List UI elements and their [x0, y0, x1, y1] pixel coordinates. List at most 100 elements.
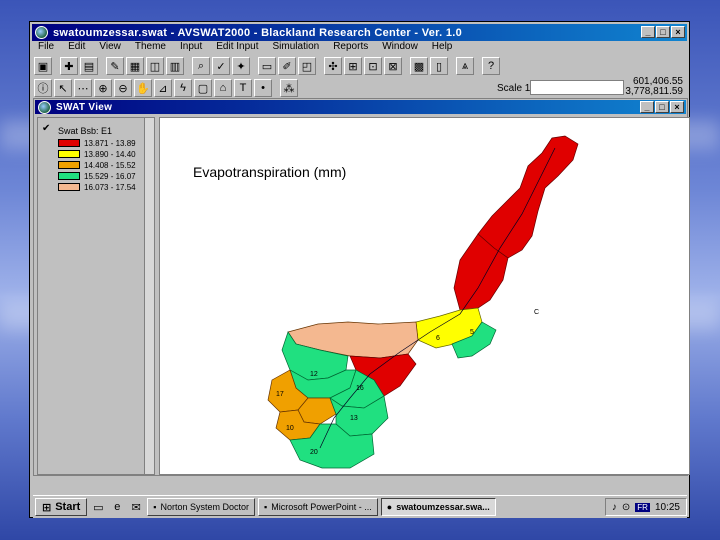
system-tray: ♪ ⊙ FR 10:25	[604, 498, 687, 516]
view-maximize-button[interactable]: □	[655, 101, 669, 113]
view-close-button[interactable]: ×	[670, 101, 684, 113]
pan-icon[interactable]: ✋	[134, 79, 152, 97]
zoom-active-icon[interactable]: ⊞	[344, 57, 362, 75]
language-indicator[interactable]: FR	[635, 502, 650, 512]
start-button[interactable]: ⊞ Start	[35, 498, 88, 516]
menu-theme[interactable]: Theme	[135, 41, 166, 56]
subbasin-label: C	[534, 309, 539, 316]
edit-legend-icon[interactable]: ✎	[106, 57, 124, 75]
menu-edit[interactable]: Edit	[68, 41, 85, 56]
clear-selection-icon[interactable]: ▯	[430, 57, 448, 75]
table-of-contents: ✔ Swat Bsb: E1 13.871 - 13.89 13.890 - 1…	[37, 117, 155, 475]
zoom-in-icon[interactable]: ⊕	[94, 79, 112, 97]
app-title: swatoumzessar.swat - AVSWAT2000 - Blackl…	[53, 26, 463, 39]
identify-icon[interactable]: ⓘ	[34, 79, 52, 97]
zoom-previous-icon[interactable]: ⊠	[384, 57, 402, 75]
subbasin-label: 10	[286, 425, 294, 432]
scale-label: Scale 1:	[497, 83, 534, 94]
legend-label: 13.871 - 13.89	[84, 138, 136, 148]
help-icon[interactable]: ?	[482, 57, 500, 75]
task-powerpoint[interactable]: ▪ Microsoft PowerPoint - ...	[258, 498, 378, 516]
zoom-selected-icon[interactable]: ⊡	[364, 57, 382, 75]
main-toolbar: ▣ ✚ ▤ ✎ ▦ ◫ ▥ ⌕ ✓ ✦ ▭ ✐ ◰ ✣ ⊞ ⊡ ⊠ ▩ ▯ ⩓ …	[34, 55, 685, 77]
area-of-interest-icon[interactable]: ▢	[194, 79, 212, 97]
zoom-full-icon[interactable]: ✣	[324, 57, 342, 75]
locate-icon[interactable]: ✦	[232, 57, 250, 75]
legend-swatch	[58, 183, 80, 191]
draw-point-icon[interactable]: •	[254, 79, 272, 97]
view-minimize-button[interactable]: _	[640, 101, 654, 113]
legend-item: 14.408 - 15.52	[58, 160, 136, 170]
task-label: Microsoft PowerPoint - ...	[271, 502, 372, 512]
task-norton[interactable]: ▪ Norton System Doctor	[147, 498, 256, 516]
draw-icon[interactable]: ✐	[278, 57, 296, 75]
maximize-button[interactable]: □	[656, 26, 670, 38]
add-theme-icon[interactable]: ✚	[60, 57, 78, 75]
clock[interactable]: 10:25	[655, 502, 680, 513]
snap-icon[interactable]: ⁂	[280, 79, 298, 97]
network-icon[interactable]: ⊙	[622, 502, 630, 513]
menu-input[interactable]: Input	[180, 41, 202, 56]
find-icon[interactable]: ⌕	[192, 57, 210, 75]
subbasin-label: 12	[310, 371, 318, 378]
legend-label: 13.890 - 14.40	[84, 149, 136, 159]
subbasin-label: 6	[436, 335, 440, 342]
menu-reports[interactable]: Reports	[333, 41, 368, 56]
layout-icon[interactable]: ▭	[258, 57, 276, 75]
toc-scrollbar[interactable]	[144, 118, 154, 474]
query-icon[interactable]: ✓	[212, 57, 230, 75]
label-icon[interactable]: ⌂	[214, 79, 232, 97]
menu-window[interactable]: Window	[382, 41, 418, 56]
text-icon[interactable]: T	[234, 79, 252, 97]
swat-view-window: SWAT View _ □ × ✔ Swat Bsb: E1 13.871 - …	[33, 98, 690, 476]
windows-logo-icon: ⊞	[42, 501, 52, 514]
show-desktop-icon[interactable]: ▭	[90, 499, 106, 515]
outlook-icon[interactable]: ✉	[128, 499, 144, 515]
measure-icon[interactable]: ⊿	[154, 79, 172, 97]
view-titlebar[interactable]: SWAT View _ □ ×	[35, 100, 686, 114]
select-icon[interactable]: ◰	[298, 57, 316, 75]
map-canvas[interactable]: Evapotranspiration (mm) C 6 5 12 17 16 1…	[159, 117, 690, 475]
taskbar: ⊞ Start ▭ e ✉ ▪ Norton System Doctor ▪ M…	[33, 495, 687, 518]
theme-name[interactable]: Swat Bsb: E1	[58, 126, 112, 136]
legend-swatch	[58, 139, 80, 147]
save-icon[interactable]: ▣	[34, 57, 52, 75]
legend-swatch	[58, 172, 80, 180]
open-table-icon[interactable]: ▦	[126, 57, 144, 75]
chart-icon[interactable]: ◫	[146, 57, 164, 75]
menu-file[interactable]: File	[38, 41, 54, 56]
theme-visibility-checkbox[interactable]: ✔	[42, 124, 52, 134]
menu-simulation[interactable]: Simulation	[273, 41, 320, 56]
subbasin-red-top[interactable]	[477, 135, 579, 259]
menu-edit-input[interactable]: Edit Input	[216, 41, 258, 56]
menu-bar: File Edit View Theme Input Edit Input Si…	[34, 41, 452, 56]
start-label: Start	[55, 501, 81, 513]
coordinate-readout: 601,406.55 3,778,811.59	[625, 77, 683, 97]
menu-help[interactable]: Help	[432, 41, 453, 56]
zoom-out-icon[interactable]: ⊖	[114, 79, 132, 97]
close-button[interactable]: ×	[671, 26, 685, 38]
avswat-icon: ●	[386, 502, 393, 512]
theme-properties-icon[interactable]: ▤	[80, 57, 98, 75]
task-label: swatoumzessar.swa...	[396, 502, 490, 512]
grid-icon[interactable]: ▥	[166, 57, 184, 75]
legend-label: 16.073 - 17.54	[84, 182, 136, 192]
menu-view[interactable]: View	[99, 41, 121, 56]
task-avswat[interactable]: ● swatoumzessar.swa...	[380, 498, 496, 516]
north-arrow-icon[interactable]: ⩓	[456, 57, 474, 75]
select-features-icon[interactable]: ▩	[410, 57, 428, 75]
scale-input[interactable]	[530, 80, 624, 95]
legend-label: 15.529 - 16.07	[84, 171, 136, 181]
minimize-button[interactable]: _	[641, 26, 655, 38]
view-icon	[38, 100, 51, 114]
legend-item: 13.871 - 13.89	[58, 138, 136, 148]
norton-icon: ▪	[153, 502, 157, 512]
vertex-edit-icon[interactable]: ⋯	[74, 79, 92, 97]
pointer-icon[interactable]: ↖	[54, 79, 72, 97]
app-titlebar[interactable]: swatoumzessar.swat - AVSWAT2000 - Blackl…	[32, 24, 687, 41]
view-title: SWAT View	[56, 101, 113, 113]
legend-label: 14.408 - 15.52	[84, 160, 136, 170]
browser-icon[interactable]: e	[109, 499, 125, 515]
hotlink-icon[interactable]: ϟ	[174, 79, 192, 97]
volume-icon[interactable]: ♪	[612, 502, 617, 513]
